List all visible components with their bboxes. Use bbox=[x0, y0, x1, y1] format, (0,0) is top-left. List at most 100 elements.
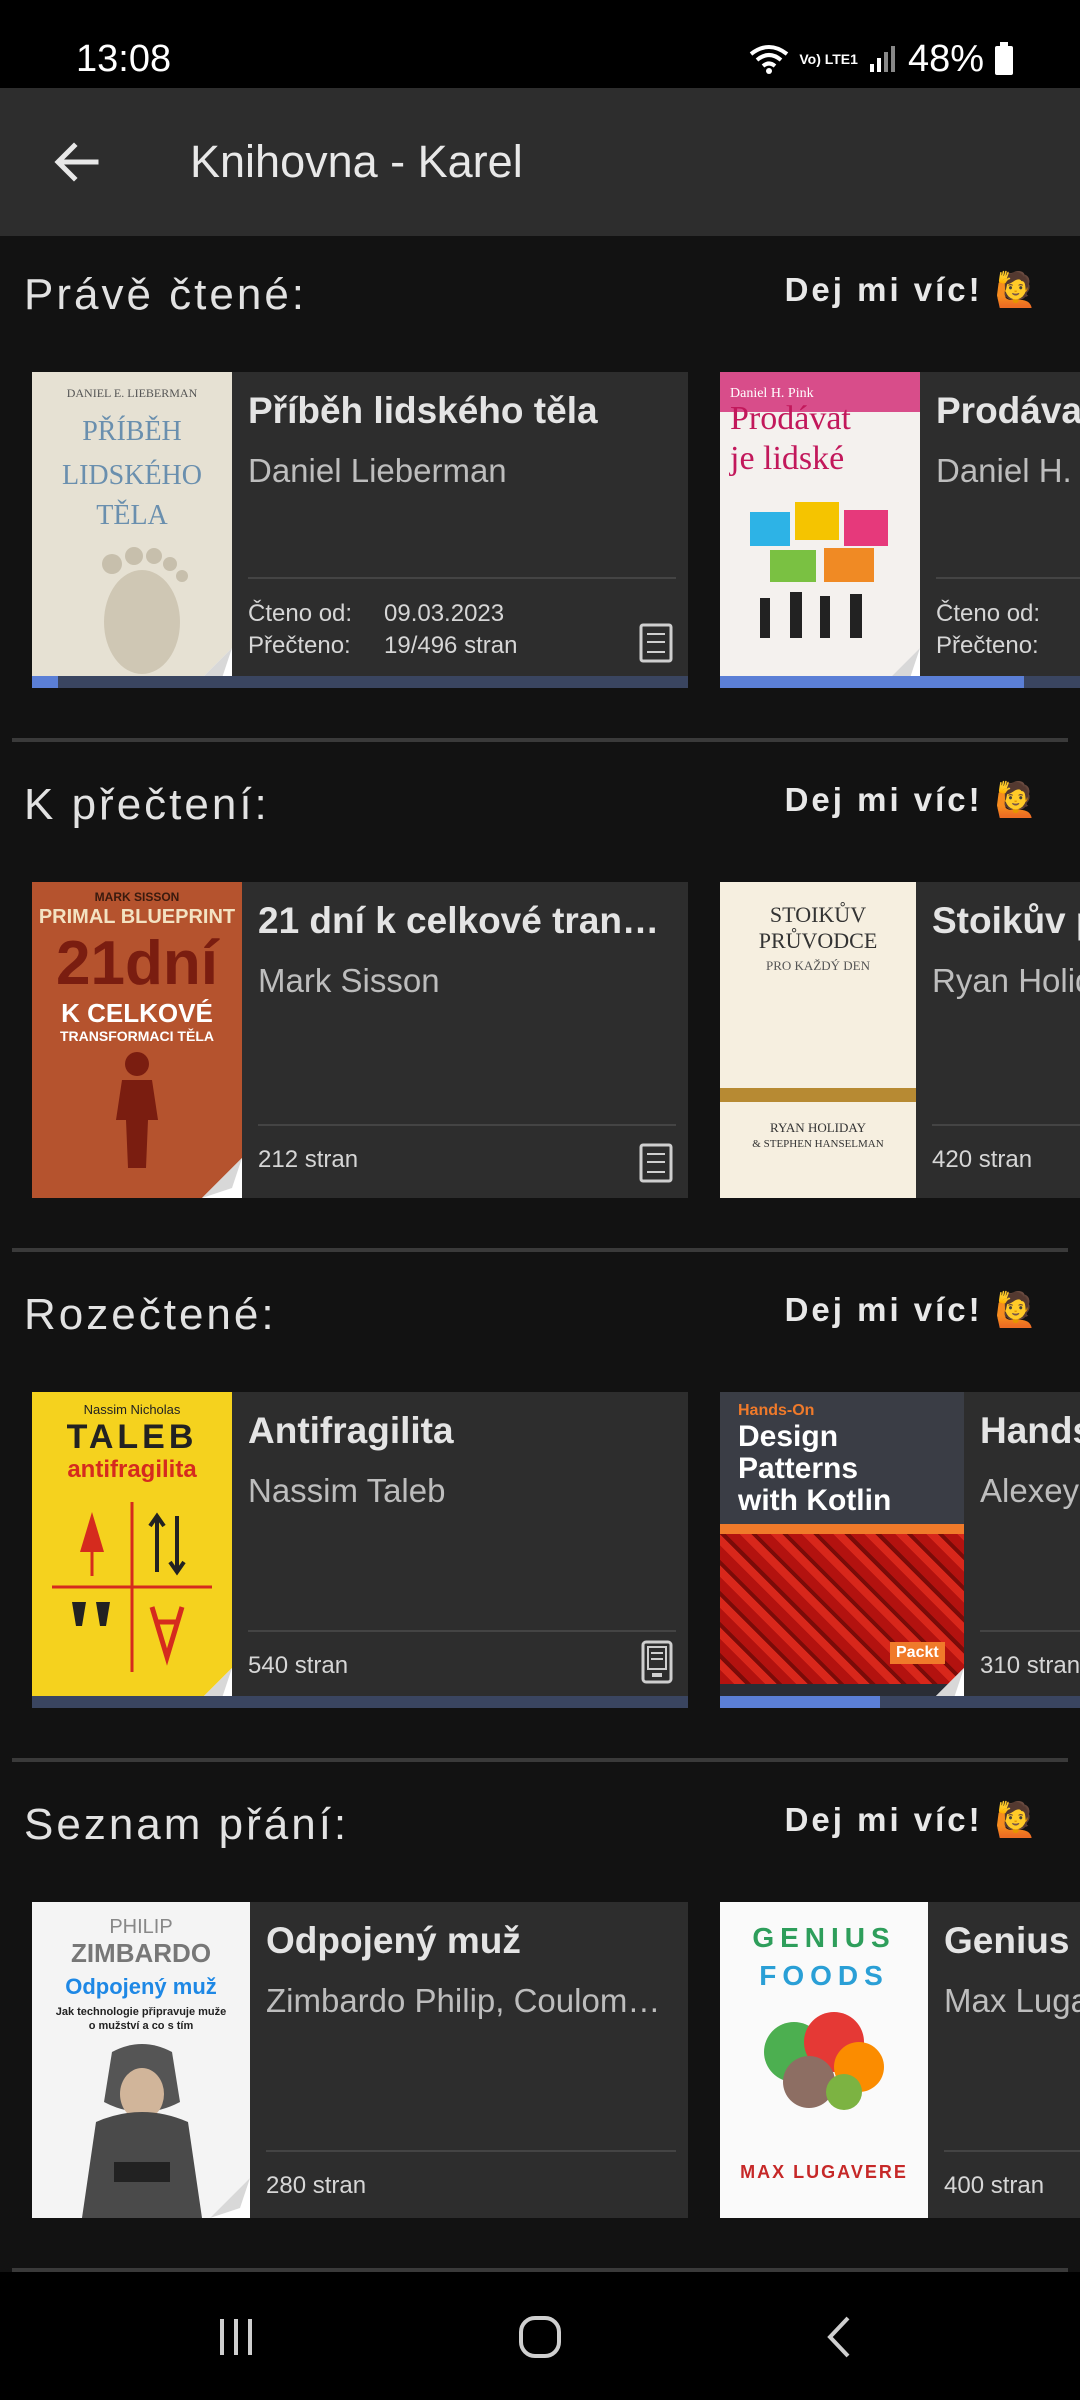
lte-indicator: Vo) LTE1 bbox=[799, 51, 858, 67]
more-button[interactable]: Dej mi víc! 🙋 bbox=[785, 1800, 1040, 1840]
raising-hand-icon: 🙋 bbox=[994, 781, 1040, 819]
recent-apps-button[interactable] bbox=[196, 2302, 276, 2372]
meta-value: 09.03.2023 bbox=[384, 600, 505, 627]
page-count: 400 stran bbox=[944, 2172, 1045, 2199]
raising-hand-icon: 🙋 bbox=[994, 1291, 1040, 1329]
cover-text: PRIMAL BLUEPRINT bbox=[38, 906, 236, 928]
cover-text: antifragilita bbox=[67, 1456, 197, 1483]
arrow-back-icon bbox=[54, 142, 99, 182]
cover-text: je lidské bbox=[730, 440, 845, 477]
divider bbox=[258, 1124, 676, 1126]
book-author: Daniel H. Pink bbox=[936, 452, 1080, 489]
cover-text: TALEB bbox=[66, 1418, 198, 1456]
cover-text: STOIKŮV bbox=[769, 902, 867, 927]
more-button[interactable]: Dej mi víc! 🙋 bbox=[785, 270, 1040, 310]
cover-text: Patterns bbox=[738, 1452, 859, 1485]
book-author: Nassim Taleb bbox=[248, 1472, 446, 1509]
page-count: 280 stran bbox=[266, 2172, 367, 2199]
battery-percent: 48% bbox=[907, 37, 984, 80]
book-title: Antifragilita bbox=[248, 1410, 454, 1451]
cover-text: Jak technologie připravuje muže bbox=[55, 2006, 227, 2018]
section-title: Rozečtené: bbox=[24, 1290, 277, 1339]
back-nav-button[interactable] bbox=[800, 2302, 880, 2372]
human-figure-illustration bbox=[116, 1052, 158, 1168]
hooded-person-illustration bbox=[82, 2044, 202, 2218]
book-title: Hands-On Design Patterns with Kotlin bbox=[980, 1410, 1080, 1451]
section-to-read: K přečtení: Dej mi víc! 🙋 MARK SISSON PR… bbox=[0, 780, 1080, 1240]
home-button[interactable] bbox=[500, 2302, 580, 2372]
book-author: Zimbardo Philip, Coulombe Nikita D. bbox=[266, 1982, 676, 2019]
more-button[interactable]: Dej mi víc! 🙋 bbox=[785, 1290, 1040, 1330]
cover-text: o mužství a co s tím bbox=[88, 2020, 194, 2032]
cover-text: DANIEL E. LIEBERMAN bbox=[66, 386, 198, 400]
book-cover: DANIEL E. LIEBERMAN PŘÍBĚH LIDSKÉHO TĚLA bbox=[32, 372, 232, 688]
meta-label: Čteno od: bbox=[936, 600, 1041, 627]
divider bbox=[932, 1124, 1080, 1126]
page-curl-icon bbox=[210, 2178, 250, 2218]
book-card[interactable]: Daniel H. Pink Prodávat je lidské Prodáv… bbox=[720, 372, 1080, 688]
book-cover: MARK SISSON PRIMAL BLUEPRINT 21dní K CEL… bbox=[32, 882, 242, 1198]
meta-label: Přečteno: bbox=[248, 632, 351, 659]
cover-text: with Kotlin bbox=[738, 1484, 892, 1517]
section-divider bbox=[12, 1248, 1068, 1252]
status-icons: Vo) LTE1 48% bbox=[749, 34, 1014, 84]
more-button[interactable]: Dej mi víc! 🙋 bbox=[785, 780, 1040, 820]
page-count: 540 stran bbox=[248, 1652, 349, 1679]
book-title: Odpojený muž bbox=[266, 1920, 521, 1961]
ebook-reader-icon bbox=[641, 1640, 673, 1684]
divider bbox=[248, 1630, 676, 1632]
recent-apps-icon bbox=[220, 2319, 252, 2355]
book-cover: Daniel H. Pink Prodávat je lidské bbox=[720, 372, 920, 688]
battery-icon bbox=[995, 42, 1013, 75]
page-count: 212 stran bbox=[258, 1146, 359, 1173]
back-button[interactable] bbox=[40, 126, 112, 198]
raising-hand-icon: 🙋 bbox=[994, 1801, 1040, 1839]
page-title: Knihovna - Karel bbox=[190, 136, 523, 187]
home-icon bbox=[519, 2316, 561, 2358]
book-title: Genius Foods bbox=[944, 1920, 1080, 1961]
cover-text: MAX LUGAVERE bbox=[740, 2162, 908, 2182]
book-author: Ryan Holiday bbox=[932, 962, 1080, 999]
section-currently-reading: Právě čtené: Dej mi víc! 🙋 DANIEL E. LIE… bbox=[0, 270, 1080, 750]
cover-text: GENIUS bbox=[752, 1922, 896, 1953]
footprint-illustration bbox=[102, 547, 188, 674]
meta-label: Čteno od: bbox=[248, 600, 353, 627]
section-title: K přečtení: bbox=[24, 780, 270, 829]
divider bbox=[248, 577, 676, 579]
book-title: Stoikův průvodce bbox=[932, 900, 1080, 941]
cover-text: Packt bbox=[890, 1642, 945, 1664]
cover-text: Hands-On bbox=[738, 1402, 815, 1419]
more-label: Dej mi víc! bbox=[784, 271, 983, 308]
cover-text: TĚLA bbox=[96, 500, 168, 531]
chevron-left-icon bbox=[827, 2316, 850, 2358]
read-since: Čteno od: bbox=[936, 598, 1072, 630]
pages-read: Přečteno: bbox=[936, 630, 1072, 662]
section-title: Právě čtené: bbox=[24, 270, 308, 319]
cover-text: Nassim Nicholas bbox=[83, 1402, 181, 1417]
book-card[interactable]: PHILIP ZIMBARDO Odpojený muž Jak technol… bbox=[32, 1902, 688, 2218]
app-bar: Knihovna - Karel bbox=[0, 88, 1080, 236]
section-title: Seznam přání: bbox=[24, 1800, 350, 1849]
read-since: Čteno od: 09.03.2023 bbox=[248, 598, 504, 630]
status-time: 13:08 bbox=[76, 38, 172, 80]
book-card[interactable]: DANIEL E. LIEBERMAN PŘÍBĚH LIDSKÉHO TĚLA… bbox=[32, 372, 688, 688]
cover-text: Prodávat bbox=[730, 400, 851, 437]
book-card[interactable]: STOIKŮV PRŮVODCE PRO KAŽDÝ DEN RYAN HOLI… bbox=[720, 882, 1080, 1198]
book-card[interactable]: Nassim Nicholas TALEB antifragilita Anti… bbox=[32, 1392, 688, 1708]
book-author: Mark Sisson bbox=[258, 962, 440, 999]
book-card[interactable]: GENIUS FOODS MAX LUGAVERE Genius Foods M… bbox=[720, 1902, 1080, 2218]
page-curl-icon bbox=[202, 1158, 242, 1198]
book-title: Prodávat je lidské bbox=[936, 390, 1080, 431]
book-card[interactable]: Hands-On Design Patterns with Kotlin Pac… bbox=[720, 1392, 1080, 1708]
speech-bubbles-illustration bbox=[750, 502, 888, 638]
cover-text: LIDSKÉHO bbox=[62, 460, 202, 491]
cover-text: PRO KAŽDÝ DEN bbox=[766, 958, 870, 973]
reading-progress bbox=[720, 1696, 1080, 1708]
section-divider bbox=[12, 1758, 1068, 1762]
cover-text: Odpojený muž bbox=[65, 1974, 217, 1999]
cover-text: TRANSFORMACI TĚLA bbox=[60, 1028, 214, 1044]
cover-text: Design bbox=[738, 1420, 839, 1453]
section-wishlist: Seznam přání: Dej mi víc! 🙋 PHILIP ZIMBA… bbox=[0, 1800, 1080, 2250]
book-cover: GENIUS FOODS MAX LUGAVERE bbox=[720, 1902, 928, 2218]
book-card[interactable]: MARK SISSON PRIMAL BLUEPRINT 21dní K CEL… bbox=[32, 882, 688, 1198]
